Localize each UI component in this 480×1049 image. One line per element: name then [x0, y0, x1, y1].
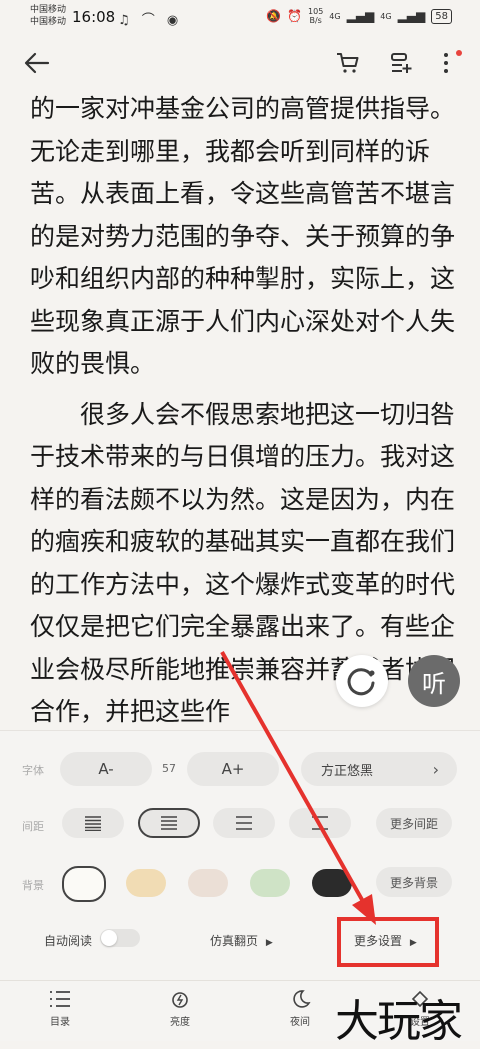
- spacing-wide-icon: [312, 816, 328, 830]
- font-family-name: 方正悠黑: [321, 763, 374, 779]
- more-vertical-icon[interactable]: [442, 52, 450, 78]
- background-label: 背景: [22, 879, 44, 892]
- system-icons: 🔕 ⏰ 105 B/s 4G ▂▄▆ 4G ▂▄▆ 58: [266, 7, 452, 25]
- alarm-icon: ⏰: [287, 9, 303, 23]
- battery-indicator: 58: [431, 8, 452, 24]
- mute-icon: 🔕: [266, 9, 282, 23]
- signal-bars-icon: ▂▄▆: [346, 9, 375, 23]
- add-shelf-icon[interactable]: [390, 52, 414, 78]
- brightness-button[interactable]: 亮度: [150, 989, 210, 1028]
- arrow-left-icon[interactable]: [24, 52, 50, 78]
- watermark-text: 大玩家: [335, 996, 463, 1047]
- more-spacing-button[interactable]: 更多间距: [376, 808, 452, 838]
- toc-button[interactable]: 目录: [30, 989, 90, 1028]
- background-swatch-yellow[interactable]: [126, 869, 166, 897]
- status-bar: 中国移动 中国移动 16:08 ♫ ⌒ ◉ 🔕 ⏰ 105 B/s 4G ▂▄▆ …: [0, 0, 480, 36]
- auto-read-toggle[interactable]: [100, 929, 140, 947]
- page-turn-label: 仿真翻页: [210, 934, 259, 948]
- notification-icons: ♫ ⌒ ◉: [118, 13, 183, 28]
- spacing-wide-button[interactable]: [289, 808, 351, 838]
- refresh-float-button[interactable]: [336, 655, 388, 707]
- list-icon: [50, 991, 70, 1007]
- spacing-loose-icon: [236, 816, 252, 830]
- background-swatch-pink[interactable]: [188, 869, 228, 897]
- listen-button[interactable]: 听: [408, 655, 460, 707]
- annotation-highlight-box: [337, 917, 439, 967]
- refresh-icon: [347, 668, 375, 696]
- font-increase-button[interactable]: A+: [187, 752, 279, 786]
- background-swatch-white[interactable]: [62, 866, 106, 902]
- carrier-info: 中国移动 中国移动: [30, 4, 66, 28]
- paragraph: 很多人会不假思索地把这一切归咎于技术带来的与日俱增的压力。我对这样的看法颇不以为…: [30, 399, 456, 727]
- background-swatch-dark[interactable]: [312, 869, 352, 897]
- font-size-value: 57: [162, 762, 176, 775]
- toggle-knob: [101, 930, 117, 946]
- spacing-loose-button[interactable]: [213, 808, 275, 838]
- signal-1: 4G: [329, 11, 341, 21]
- brightness-icon: [172, 992, 188, 1008]
- toc-label: 目录: [50, 1017, 70, 1028]
- spacing-compact-icon: [85, 816, 101, 831]
- paragraph: 的一家对冲基金公司的高管提供指导。无论走到哪里，我都会听到同样的诉苦。从表面上看…: [30, 94, 456, 378]
- signal-bars-icon: ▂▄▆: [397, 9, 426, 23]
- font-family-button[interactable]: 方正悠黑 ›: [301, 752, 457, 786]
- spacing-compact-button[interactable]: [62, 808, 124, 838]
- background-swatch-green[interactable]: [250, 869, 290, 897]
- clock: 16:08: [72, 8, 116, 26]
- spacing-normal-icon: [161, 816, 177, 830]
- spacing-normal-button[interactable]: [138, 808, 200, 838]
- night-mode-button[interactable]: 夜间: [270, 989, 330, 1028]
- more-background-button[interactable]: 更多背景: [376, 867, 452, 897]
- carrier-1: 中国移动: [30, 5, 67, 15]
- signal-2: 4G: [380, 11, 392, 21]
- brightness-label: 亮度: [170, 1017, 190, 1028]
- font-label: 字体: [22, 764, 44, 777]
- chevron-right-icon: ›: [432, 759, 439, 779]
- font-decrease-button[interactable]: A-: [60, 752, 152, 786]
- reader-top-bar: [0, 36, 480, 92]
- moon-icon: [293, 990, 311, 1008]
- auto-read-label: 自动阅读: [44, 934, 93, 948]
- triangle-right-icon: ▶: [265, 938, 273, 948]
- carrier-2: 中国移动: [30, 17, 67, 27]
- notification-dot: [456, 50, 462, 56]
- spacing-label: 间距: [22, 820, 44, 833]
- net-speed: 105 B/s: [308, 7, 324, 25]
- night-label: 夜间: [290, 1017, 310, 1028]
- cart-icon[interactable]: [336, 52, 360, 78]
- reading-content: 的一家对冲基金公司的高管提供指导。无论走到哪里，我都会听到同样的诉苦。从表面上看…: [30, 88, 458, 734]
- page-turn-button[interactable]: 仿真翻页 ▶: [210, 932, 273, 949]
